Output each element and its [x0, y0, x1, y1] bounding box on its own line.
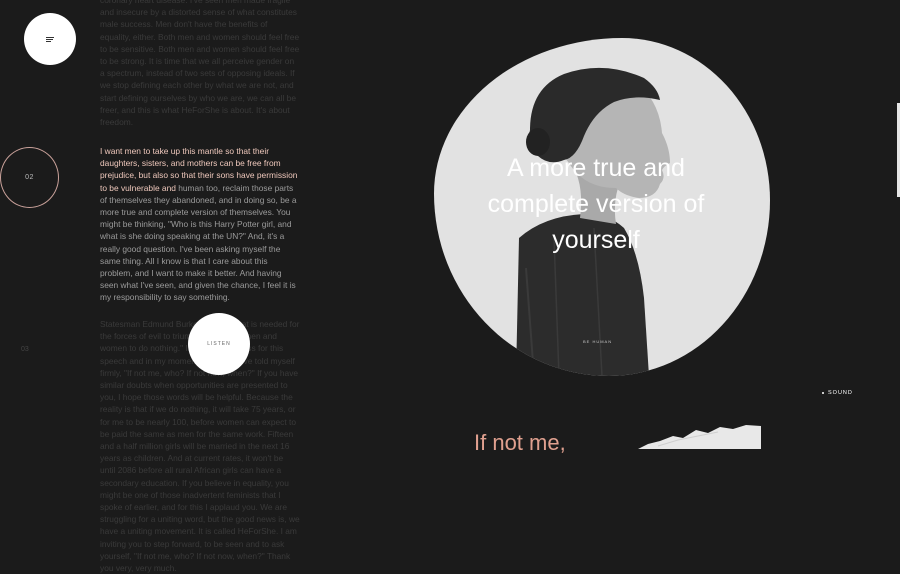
section-number: 03: [21, 346, 29, 353]
sound-toggle[interactable]: SOUND: [822, 390, 853, 396]
listen-label: LISTEN: [207, 341, 231, 347]
sound-indicator-icon: [822, 391, 824, 394]
sound-label: SOUND: [828, 390, 853, 396]
article-paragraph-active: I want men to take up this mantle so tha…: [100, 145, 300, 304]
listen-button[interactable]: LISTEN: [188, 313, 250, 375]
menu-button[interactable]: [24, 13, 76, 65]
section-indicator-active[interactable]: 02: [0, 147, 59, 208]
shirt-print-text: BE HUMAN: [583, 339, 613, 344]
article-paragraph-faded: coronary heart disease. I've seen men ma…: [100, 0, 300, 128]
section-number: 02: [25, 174, 34, 181]
paragraph-text: human too, reclaim those parts of themse…: [100, 182, 297, 303]
section-indicator[interactable]: 03: [21, 346, 29, 353]
torn-paper-image: [638, 425, 761, 449]
next-section-heading: If not me,: [474, 430, 566, 455]
hero-headline: A more true and complete version of your…: [487, 154, 705, 254]
